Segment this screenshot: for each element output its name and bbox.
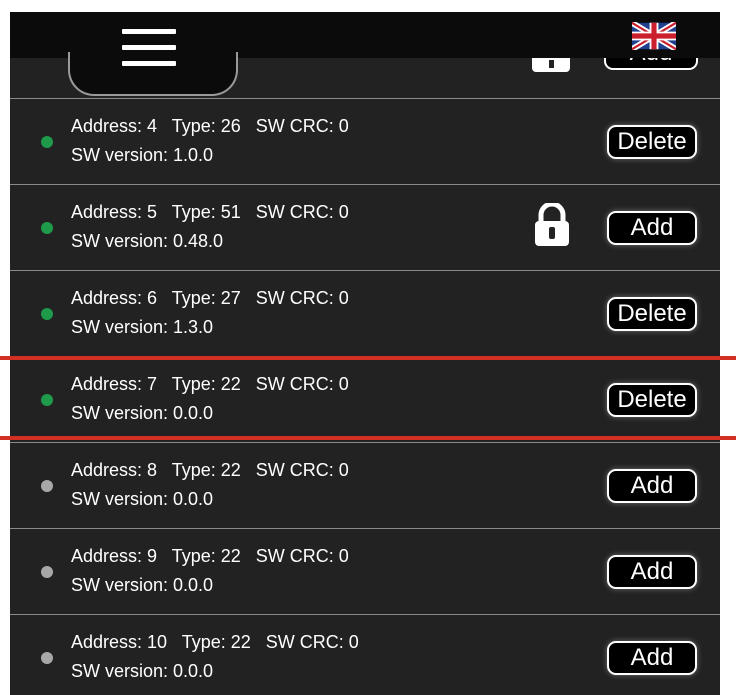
device-info: Address: 4 Type: 26 SW CRC: 0 <box>71 116 349 136</box>
delete-button[interactable]: Delete <box>607 383 697 417</box>
device-row: Address: 6 Type: 27 SW CRC: 0 SW version… <box>10 270 720 356</box>
device-info: Address: 10 Type: 22 SW CRC: 0 <box>71 632 359 652</box>
device-info: Address: 8 Type: 22 SW CRC: 0 <box>71 460 349 480</box>
device-row: Address: 9 Type: 22 SW CRC: 0 SW version… <box>10 528 720 614</box>
device-row: Address: 5 Type: 51 SW CRC: 0 SW version… <box>10 184 720 270</box>
device-info: Address: 9 Type: 22 SW CRC: 0 <box>71 546 349 566</box>
device-row: Address: 4 Type: 26 SW CRC: 0 SW version… <box>10 98 720 184</box>
status-indicator <box>41 222 53 234</box>
device-row: Address: 10 Type: 22 SW CRC: 0 SW versio… <box>10 614 720 695</box>
add-button[interactable]: Add <box>607 641 697 675</box>
status-indicator <box>41 136 53 148</box>
device-version: SW version: 0.0.0 <box>71 403 214 423</box>
device-version: SW version: 0.0.0 <box>71 489 214 509</box>
status-indicator <box>41 480 53 492</box>
hamburger-menu-icon[interactable] <box>122 29 176 69</box>
add-button[interactable]: Add <box>607 555 697 589</box>
device-info: Address: 7 Type: 22 SW CRC: 0 <box>71 374 349 394</box>
delete-button[interactable]: Delete <box>607 125 697 159</box>
status-indicator <box>41 566 53 578</box>
lock-icon <box>532 58 570 72</box>
device-version: SW version: 1.0.0 <box>71 145 214 165</box>
uk-flag-icon[interactable] <box>632 22 676 50</box>
device-row: Address: 8 Type: 22 SW CRC: 0 SW version… <box>10 442 720 528</box>
add-button[interactable]: Add <box>607 211 697 245</box>
device-row: Address: 7 Type: 22 SW CRC: 0 SW version… <box>10 356 720 442</box>
add-button[interactable]: Add <box>604 58 698 70</box>
device-version: SW version: 0.0.0 <box>71 575 214 595</box>
status-indicator <box>41 394 53 406</box>
device-info: Address: 5 Type: 51 SW CRC: 0 <box>71 202 349 222</box>
status-indicator <box>41 308 53 320</box>
device-version: SW version: 0.0.0 <box>71 661 214 681</box>
device-list-screen: Add Address: 4 Type: 26 SW CRC: 0 SW ver… <box>10 12 720 695</box>
add-button[interactable]: Add <box>607 469 697 503</box>
lock-icon <box>535 203 569 246</box>
delete-button[interactable]: Delete <box>607 297 697 331</box>
device-info: Address: 6 Type: 27 SW CRC: 0 <box>71 288 349 308</box>
status-indicator <box>41 652 53 664</box>
device-version: SW version: 0.48.0 <box>71 231 224 251</box>
device-version: SW version: 1.3.0 <box>71 317 214 337</box>
